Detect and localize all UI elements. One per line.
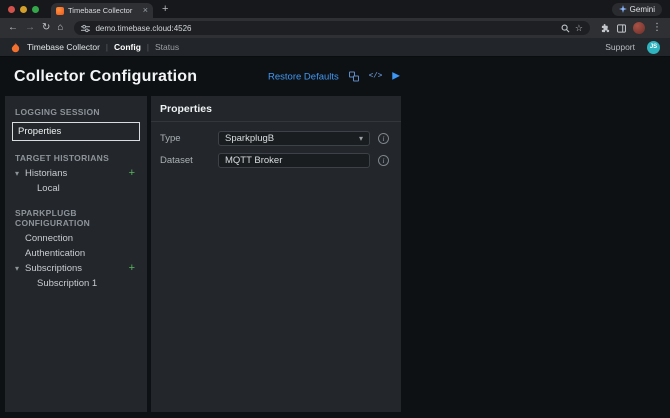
- title-actions: Restore Defaults </> ▶: [268, 71, 400, 82]
- chevron-down-icon: ▾: [15, 169, 25, 178]
- restore-defaults-link[interactable]: Restore Defaults: [268, 71, 339, 82]
- add-historian-button[interactable]: +: [129, 169, 137, 178]
- gemini-sparkle-icon: [619, 5, 627, 13]
- add-subscription-button[interactable]: +: [129, 264, 137, 273]
- forward-button[interactable]: →: [25, 23, 35, 33]
- sidebar-item-local[interactable]: Local: [11, 181, 141, 196]
- side-panel-icon[interactable]: [617, 24, 626, 33]
- section-title-target-historians: TARGET HISTORIANS: [11, 150, 141, 166]
- sidebar-item-label: Subscription 1: [37, 278, 97, 289]
- dataset-input[interactable]: [218, 153, 370, 168]
- maximize-window-button[interactable]: [32, 6, 39, 13]
- sidebar-item-label: Authentication: [25, 248, 85, 259]
- support-link[interactable]: Support: [605, 42, 635, 52]
- panel-body: Type SparkplugB ▾ i Dataset i: [151, 122, 401, 184]
- close-window-button[interactable]: [8, 6, 15, 13]
- url-bar[interactable]: demo.timebase.cloud:4526 ☆: [74, 21, 590, 35]
- back-button[interactable]: ←: [8, 23, 18, 33]
- app-logo-icon: [10, 42, 21, 53]
- minimize-window-button[interactable]: [20, 6, 27, 13]
- reload-button[interactable]: ↻: [42, 23, 50, 33]
- extensions-icon[interactable]: [601, 24, 610, 33]
- panel-title: Properties: [151, 96, 401, 122]
- tab-title: Timebase Collector: [68, 6, 139, 15]
- content-area: LOGGING SESSION Properties TARGET HISTOR…: [5, 96, 670, 412]
- field-label: Dataset: [160, 155, 210, 166]
- code-icon[interactable]: </>: [369, 73, 383, 81]
- page-body: Collector Configuration Restore Defaults…: [0, 57, 670, 418]
- tab-close-icon[interactable]: ×: [143, 6, 148, 15]
- window-controls: [8, 6, 39, 13]
- info-icon[interactable]: i: [378, 133, 389, 144]
- title-row: Collector Configuration Restore Defaults…: [0, 57, 670, 96]
- sidebar-item-connection[interactable]: Connection: [11, 231, 141, 246]
- chevron-down-icon: ▾: [15, 264, 25, 273]
- type-select[interactable]: SparkplugB ▾: [218, 131, 370, 146]
- nav-config[interactable]: Config: [114, 42, 141, 52]
- sidebar-item-subscriptions[interactable]: ▾ Subscriptions +: [11, 261, 141, 276]
- tab-strip: Timebase Collector × + Gemini: [0, 0, 670, 18]
- properties-panel: Properties Type SparkplugB ▾ i Dataset i: [151, 96, 401, 412]
- browser-menu-icon[interactable]: ⋮: [652, 23, 662, 33]
- browser-toolbar: ← → ↻ ⌂ demo.timebase.cloud:4526 ☆ ⋮: [0, 18, 670, 38]
- site-info-icon[interactable]: [81, 24, 90, 33]
- type-select-value: SparkplugB: [225, 133, 274, 144]
- copy-icon[interactable]: [349, 72, 359, 82]
- sidebar-item-label: Historians: [25, 168, 67, 179]
- run-button[interactable]: ▶: [392, 72, 400, 82]
- header-separator: |: [147, 43, 149, 52]
- field-label: Type: [160, 133, 210, 144]
- bookmark-star-icon[interactable]: ☆: [575, 24, 583, 33]
- new-tab-button[interactable]: +: [162, 4, 168, 15]
- browser-tab[interactable]: Timebase Collector ×: [51, 3, 153, 18]
- sidebar-item-historians[interactable]: ▾ Historians +: [11, 166, 141, 181]
- sidebar-item-label: Subscriptions: [25, 263, 82, 274]
- sidebar-item-label: Local: [37, 183, 60, 194]
- app-brand: Timebase Collector: [27, 42, 100, 52]
- field-row-type: Type SparkplugB ▾ i: [160, 131, 392, 146]
- gemini-button[interactable]: Gemini: [612, 3, 662, 16]
- config-sidebar: LOGGING SESSION Properties TARGET HISTOR…: [5, 96, 147, 412]
- nav-status[interactable]: Status: [155, 42, 179, 52]
- section-title-logging-session: LOGGING SESSION: [11, 104, 141, 120]
- url-text[interactable]: demo.timebase.cloud:4526: [95, 24, 191, 33]
- sidebar-item-label: Connection: [25, 233, 73, 244]
- header-separator: |: [106, 43, 108, 52]
- gemini-label: Gemini: [630, 5, 655, 14]
- sidebar-item-properties[interactable]: Properties: [12, 122, 140, 141]
- sidebar-item-authentication[interactable]: Authentication: [11, 246, 141, 261]
- zoom-icon[interactable]: [561, 24, 570, 33]
- site-favicon-icon: [56, 7, 64, 15]
- section-title-sparkplugb-configuration: SPARKPLUGB CONFIGURATION: [11, 205, 141, 231]
- browser-profile-avatar[interactable]: [633, 22, 645, 34]
- info-icon[interactable]: i: [378, 155, 389, 166]
- app-header: Timebase Collector | Config | Status Sup…: [0, 38, 670, 57]
- home-button[interactable]: ⌂: [57, 23, 63, 33]
- sidebar-item-subscription-1[interactable]: Subscription 1: [11, 276, 141, 291]
- field-row-dataset: Dataset i: [160, 153, 392, 168]
- user-avatar[interactable]: JS: [647, 41, 660, 54]
- chevron-down-icon: ▾: [359, 134, 363, 143]
- page-title: Collector Configuration: [14, 68, 197, 86]
